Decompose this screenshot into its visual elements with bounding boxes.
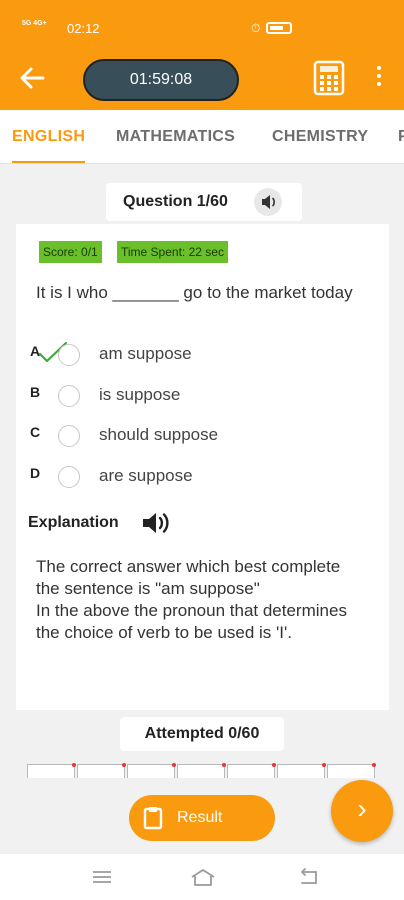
question-header: Question 1/60: [106, 183, 302, 221]
score-badge: Score: 0/1: [39, 241, 102, 263]
explanation-line: The correct answer which best complete t…: [36, 557, 341, 598]
option-text: is suppose: [99, 385, 181, 404]
clipboard-icon: [143, 806, 163, 830]
question-grid-cell[interactable]: [227, 763, 276, 778]
tab-english[interactable]: ENGLISH: [12, 110, 86, 163]
status-bar: 5G 4G+ 02:12 ⏱: [0, 0, 404, 40]
result-button[interactable]: Result: [129, 795, 275, 841]
alarm-icon: ⏱: [251, 21, 261, 35]
radio-button[interactable]: [58, 425, 80, 447]
question-grid-cell[interactable]: [27, 763, 76, 778]
option-a[interactable]: A am suppose: [26, 341, 356, 371]
more-vertical-icon[interactable]: [374, 66, 384, 92]
chevron-right-icon: ›: [357, 793, 367, 824]
system-nav-bar: [0, 854, 404, 900]
status-time: 02:12: [67, 21, 100, 36]
question-grid-cell[interactable]: [77, 763, 126, 778]
countdown-timer: 01:59:08: [83, 59, 239, 101]
speaker-icon[interactable]: [254, 188, 282, 216]
signal-indicator: 5G 4G+: [22, 20, 47, 27]
option-c[interactable]: C should suppose: [26, 422, 356, 452]
radio-button[interactable]: [58, 466, 80, 488]
question-grid: [0, 756, 404, 778]
tab-mathematics[interactable]: MATHEMATICS: [116, 110, 235, 163]
speaker-icon[interactable]: [140, 508, 172, 538]
battery-icon: [266, 22, 292, 34]
question-card: Score: 0/1 Time Spent: 22 sec It is I wh…: [16, 224, 389, 710]
explanation-line: In the above the pronoun that determines…: [36, 601, 347, 642]
question-number: Question 1/60: [123, 193, 228, 210]
explanation-heading: Explanation: [28, 514, 119, 531]
menu-icon[interactable]: [91, 867, 115, 887]
option-letter: B: [30, 384, 41, 400]
question-grid-cell[interactable]: [327, 763, 376, 778]
option-letter: D: [30, 465, 41, 481]
back-icon[interactable]: [298, 867, 322, 887]
option-d[interactable]: D are suppose: [26, 463, 356, 493]
explanation-text: The correct answer which best complete t…: [36, 556, 356, 644]
tab-physics[interactable]: P: [398, 110, 404, 163]
home-icon[interactable]: [190, 867, 215, 887]
option-text: should suppose: [99, 425, 219, 444]
option-b[interactable]: B is suppose: [26, 382, 356, 412]
subject-tabs: ENGLISH MATHEMATICS CHEMISTRY P: [0, 110, 404, 164]
back-arrow-icon[interactable]: [17, 63, 47, 93]
question-text: It is I who _______ go to the market tod…: [36, 283, 353, 302]
question-grid-cell[interactable]: [277, 763, 326, 778]
result-label: Result: [177, 809, 223, 826]
question-grid-cell[interactable]: [177, 763, 226, 778]
app-header: 5G 4G+ 02:12 ⏱ 01:59:08: [0, 0, 404, 110]
option-letter: C: [30, 424, 41, 440]
tab-chemistry[interactable]: CHEMISTRY: [272, 110, 368, 163]
radio-button[interactable]: [58, 385, 80, 407]
option-text: am suppose: [99, 344, 192, 363]
radio-button[interactable]: [58, 344, 80, 366]
calculator-icon[interactable]: [313, 60, 345, 96]
question-grid-cell[interactable]: [127, 763, 176, 778]
next-button[interactable]: ›: [331, 780, 393, 842]
attempted-count: Attempted 0/60: [120, 717, 284, 751]
time-spent-badge: Time Spent: 22 sec: [117, 241, 228, 263]
option-text: are suppose: [99, 466, 193, 485]
